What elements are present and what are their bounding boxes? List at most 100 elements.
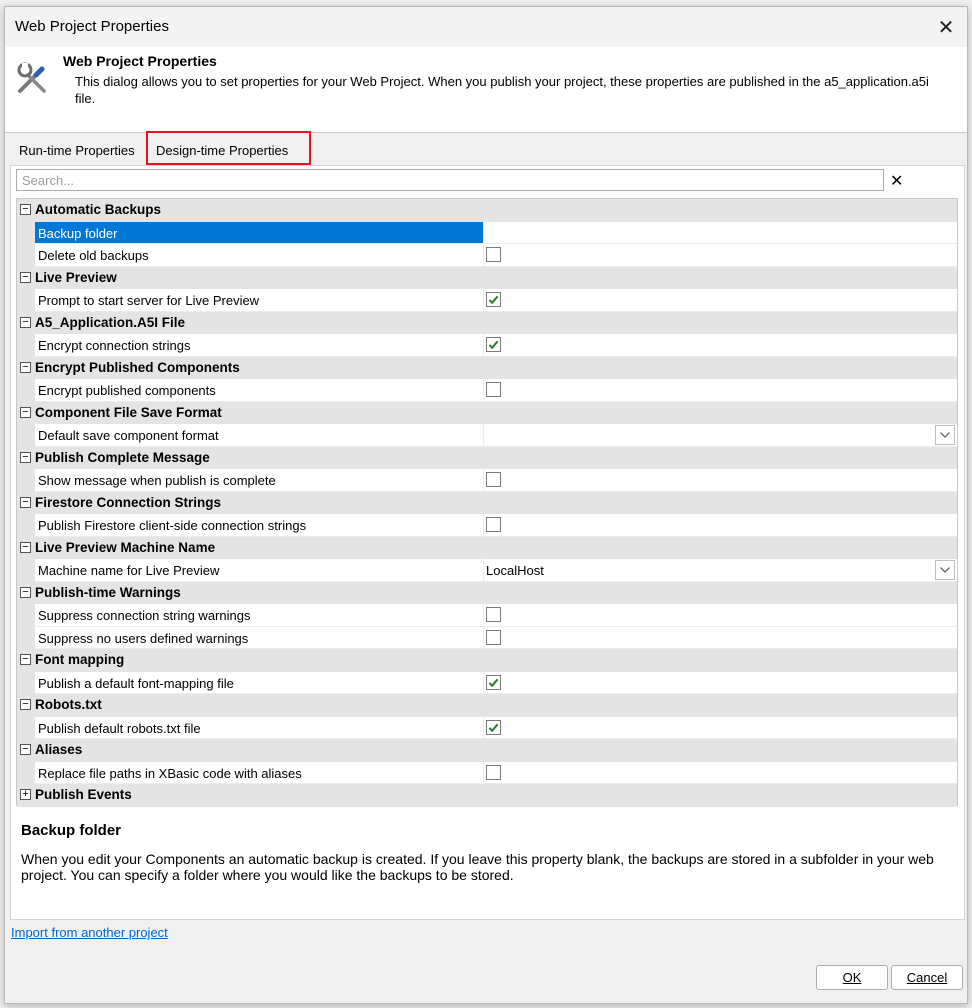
property-name[interactable]: Publish Firestore client-side connection… (35, 514, 483, 537)
property-row[interactable]: Prompt to start server for Live Preview (17, 289, 957, 312)
checkbox[interactable] (486, 607, 501, 622)
category-row[interactable]: − Firestore Connection Strings (17, 491, 957, 514)
minus-box-icon[interactable]: − (20, 496, 31, 508)
minus-box-icon[interactable]: − (20, 406, 31, 418)
property-value[interactable] (483, 379, 957, 402)
property-row[interactable]: Encrypt connection strings (17, 334, 957, 357)
category-row[interactable]: − Aliases (17, 739, 957, 762)
property-name[interactable]: Machine name for Live Preview (35, 559, 483, 582)
dropdown-button[interactable] (935, 560, 955, 580)
category-row[interactable]: − Publish-time Warnings (17, 581, 957, 604)
dropdown-value: LocalHost (486, 563, 544, 578)
property-name[interactable]: Suppress no users defined warnings (35, 627, 483, 649)
tools-icon (17, 62, 46, 93)
checkbox[interactable] (486, 674, 501, 690)
property-name[interactable]: Publish default robots.txt file (35, 717, 483, 739)
checkbox[interactable] (486, 629, 501, 645)
minus-box-icon[interactable]: − (20, 316, 31, 328)
property-value[interactable] (483, 604, 957, 627)
property-name[interactable]: Replace file paths in XBasic code with a… (35, 762, 483, 784)
property-value[interactable] (483, 244, 957, 267)
category-label: Firestore Connection Strings (35, 494, 222, 510)
property-row[interactable]: Publish a default font-mapping file (17, 671, 957, 694)
property-row[interactable]: Show message when publish is complete (17, 469, 957, 492)
category-row[interactable]: − A5_Application.A5I File (17, 311, 957, 334)
category-row[interactable]: − Robots.txt (17, 694, 957, 717)
property-name[interactable]: Delete old backups (35, 244, 483, 267)
properties-panel: ✕ −Automatic BackupsBackup folderDelete … (10, 165, 965, 920)
property-name[interactable]: Encrypt published components (35, 379, 483, 402)
category-row[interactable]: − Live Preview Machine Name (17, 536, 957, 559)
checkbox[interactable] (486, 517, 501, 532)
category-label: Live Preview (35, 269, 117, 285)
minus-box-icon[interactable]: − (20, 586, 31, 598)
minus-box-icon[interactable]: − (20, 361, 31, 373)
checkbox[interactable] (486, 472, 501, 487)
property-value[interactable] (483, 761, 957, 784)
checkbox[interactable] (486, 337, 501, 352)
header-title: Web Project Properties (63, 53, 217, 69)
property-name[interactable]: Suppress connection string warnings (35, 604, 483, 627)
tab-design-time-properties[interactable]: Design-time Properties (146, 131, 311, 165)
property-value[interactable] (483, 514, 957, 537)
description-title: Backup folder (21, 822, 122, 839)
minus-box-icon[interactable]: − (20, 541, 31, 553)
property-row[interactable]: Publish Firestore client-side connection… (17, 514, 957, 537)
property-value[interactable] (483, 671, 957, 694)
category-row[interactable]: − Font mapping (17, 649, 957, 672)
category-row[interactable]: − Live Preview (17, 266, 957, 289)
property-value[interactable] (483, 221, 957, 244)
property-value[interactable] (483, 334, 957, 357)
property-value[interactable] (483, 424, 957, 447)
minus-box-icon[interactable]: − (20, 744, 31, 755)
property-name[interactable]: Publish a default font-mapping file (35, 672, 483, 694)
checkbox[interactable] (486, 292, 501, 307)
search-input[interactable] (16, 169, 884, 191)
checkbox[interactable] (486, 719, 501, 735)
chevron-down-icon (940, 567, 950, 573)
clear-icon[interactable]: ✕ (890, 171, 903, 191)
minus-box-icon[interactable]: − (20, 204, 31, 215)
property-value[interactable] (483, 716, 957, 739)
property-name[interactable]: Encrypt connection strings (35, 334, 483, 357)
checkbox[interactable] (486, 247, 501, 262)
property-row[interactable]: Delete old backups (17, 244, 957, 267)
cancel-button[interactable]: Cancel (891, 965, 963, 990)
property-row[interactable]: Machine name for Live Preview LocalHost (17, 559, 957, 582)
minus-box-icon[interactable]: − (20, 451, 31, 463)
property-name[interactable]: Backup folder (35, 221, 483, 244)
property-row[interactable]: Replace file paths in XBasic code with a… (17, 761, 957, 784)
category-row[interactable]: − Encrypt Published Components (17, 356, 957, 379)
checkbox[interactable] (486, 382, 501, 397)
minus-box-icon[interactable]: − (20, 699, 31, 710)
property-value[interactable] (483, 469, 957, 492)
category-row[interactable]: − Component File Save Format (17, 401, 957, 424)
property-name[interactable]: Show message when publish is complete (35, 469, 483, 492)
property-row[interactable]: Backup folder (17, 221, 957, 244)
minus-box-icon[interactable]: − (20, 654, 31, 665)
property-name[interactable]: Default save component format (35, 424, 483, 447)
property-row[interactable]: Publish default robots.txt file (17, 716, 957, 739)
plus-box-icon[interactable]: + (20, 789, 31, 800)
property-row[interactable]: Encrypt published components (17, 379, 957, 402)
category-row[interactable]: + Publish Events (17, 784, 957, 807)
category-row[interactable]: − Automatic Backups (17, 199, 957, 222)
property-row[interactable]: Default save component format (17, 424, 957, 447)
category-label: A5_Application.A5I File (35, 314, 186, 330)
property-name[interactable]: Prompt to start server for Live Preview (35, 289, 483, 312)
property-value[interactable] (483, 626, 957, 649)
import-from-project-link[interactable]: Import from another project (11, 925, 168, 940)
tab-run-time-properties[interactable]: Run-time Properties (11, 135, 139, 165)
minus-box-icon[interactable]: − (20, 271, 31, 283)
property-row[interactable]: Suppress no users defined warnings (17, 626, 957, 649)
category-label: Aliases (35, 742, 83, 757)
category-row[interactable]: − Publish Complete Message (17, 446, 957, 469)
checkbox[interactable] (486, 764, 501, 780)
property-value[interactable] (483, 289, 957, 312)
close-icon[interactable]: ✕ (931, 13, 961, 41)
property-row[interactable]: Suppress connection string warnings (17, 604, 957, 627)
title-bar[interactable]: Web Project Properties ✕ (5, 7, 967, 47)
ok-button[interactable]: OK (816, 965, 888, 990)
dropdown-button[interactable] (935, 425, 955, 445)
property-value[interactable]: LocalHost (483, 559, 957, 582)
